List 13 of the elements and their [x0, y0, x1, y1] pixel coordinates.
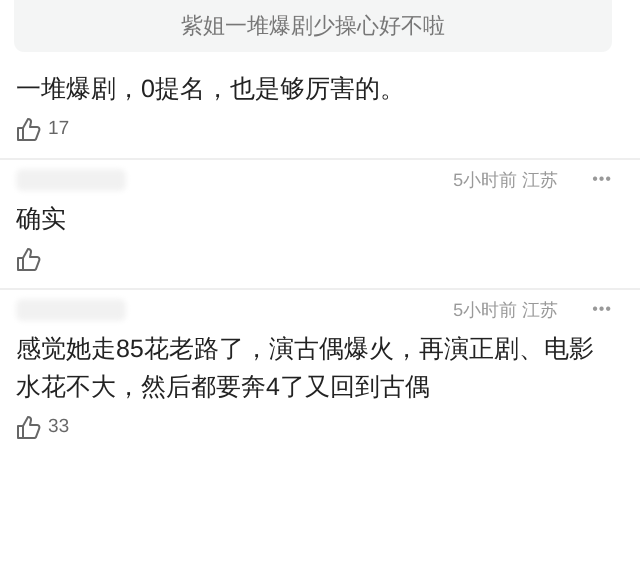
more-button[interactable]: ••• — [592, 301, 612, 319]
comment-text: 感觉她走85花老路了，演古偶爆火，再演正剧、电影水花不大，然后都要奔4了又回到古偶 — [16, 334, 595, 403]
thumbs-up-icon[interactable] — [16, 414, 42, 440]
comment-time-location: 5小时前 江苏 — [453, 169, 558, 192]
thumbs-up-icon[interactable] — [16, 246, 42, 272]
thumbs-up-icon[interactable] — [16, 116, 42, 142]
comment-text: 一堆爆剧，0提名，也是够厉害的。 — [16, 74, 406, 105]
more-button[interactable]: ••• — [592, 171, 612, 189]
like-count: 33 — [48, 416, 70, 438]
comment-time-location: 5小时前 江苏 — [453, 299, 558, 322]
like-count: 17 — [48, 118, 70, 140]
quoted-comment: 紫姐一堆爆剧少操心好不啦 — [181, 12, 445, 40]
comment-text: 确实 — [16, 204, 67, 235]
